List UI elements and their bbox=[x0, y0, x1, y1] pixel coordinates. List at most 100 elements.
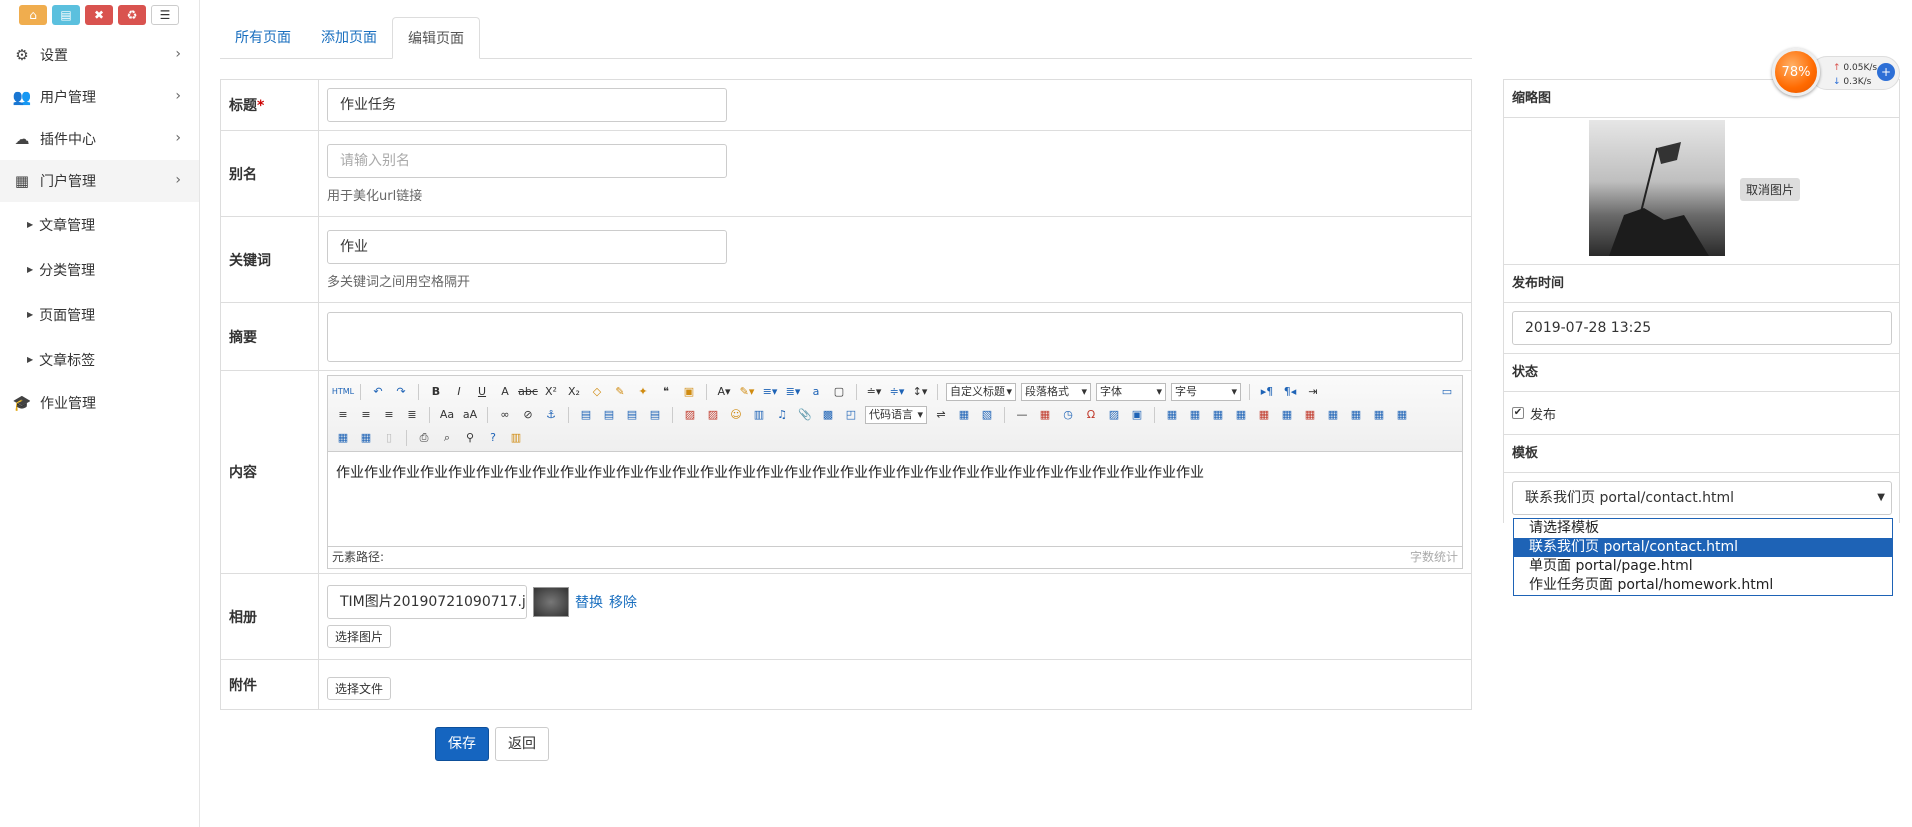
select-all-icon[interactable]: a bbox=[807, 384, 825, 400]
sidebar-subitem-pages[interactable]: ▶ 页面管理 bbox=[0, 292, 199, 337]
insert-frame-icon[interactable]: ◰ bbox=[842, 407, 860, 423]
underline-icon[interactable]: U bbox=[473, 384, 491, 400]
background-color-icon[interactable]: ✎▾ bbox=[738, 384, 756, 400]
unordered-list-icon[interactable]: ≣▾ bbox=[784, 384, 802, 400]
sidebar-item-plugins[interactable]: ☁ 插件中心 › bbox=[0, 118, 199, 160]
cancel-image-button[interactable]: 取消图片 bbox=[1740, 178, 1801, 201]
image-left-icon[interactable]: ▤ bbox=[600, 407, 618, 423]
save-button[interactable]: 保存 bbox=[435, 727, 489, 761]
thumbnail-image[interactable] bbox=[1589, 120, 1725, 256]
sidebar-subitem-tags[interactable]: ▶ 文章标签 bbox=[0, 337, 199, 382]
print-icon[interactable]: ⎙ bbox=[415, 430, 433, 446]
template-option[interactable]: 单页面 portal/page.html bbox=[1514, 557, 1892, 576]
home-icon[interactable]: ⌂ bbox=[19, 5, 47, 25]
keywords-input[interactable]: 作业 bbox=[327, 229, 727, 264]
custom-title-select[interactable]: 自定义标题 ▾ bbox=[946, 382, 1016, 401]
insert-row-icon[interactable]: ▦ bbox=[1232, 407, 1250, 423]
attachment-icon[interactable]: 📎 bbox=[796, 407, 814, 423]
merge-down-icon[interactable]: ▦ bbox=[1370, 407, 1388, 423]
list-icon[interactable]: ☰ bbox=[151, 5, 179, 25]
bold-icon[interactable]: B bbox=[427, 384, 445, 400]
sidebar-item-settings[interactable]: ⚙ 设置 › bbox=[0, 34, 199, 76]
split-rows-icon[interactable]: ▦ bbox=[334, 430, 352, 446]
simple-upload-icon[interactable]: ▨ bbox=[681, 407, 699, 423]
album-filename-input[interactable]: TIM图片20190721090717.j bbox=[327, 585, 527, 619]
split-cells-icon[interactable]: ▦ bbox=[1393, 407, 1411, 423]
help-icon[interactable]: ? bbox=[484, 430, 502, 446]
template-select[interactable]: 联系我们页 portal/contact.html ▼ bbox=[1512, 481, 1892, 515]
special-chars-icon[interactable]: Ω bbox=[1082, 407, 1100, 423]
code-language-select[interactable]: 代码语言 ▾ bbox=[865, 405, 927, 424]
font-color-icon[interactable]: A▾ bbox=[715, 384, 733, 400]
tab-all-pages[interactable]: 所有页面 bbox=[220, 17, 306, 59]
subscript-icon[interactable]: X₂ bbox=[565, 384, 583, 400]
emotion-icon[interactable]: ☺ bbox=[727, 407, 745, 423]
font-family-select[interactable]: 字体 ▾ bbox=[1096, 382, 1166, 401]
rtl-icon[interactable]: ¶◂ bbox=[1281, 384, 1299, 400]
paste-text-icon[interactable]: ▣ bbox=[680, 384, 698, 400]
time-icon[interactable]: ◷ bbox=[1059, 407, 1077, 423]
clear-doc-icon[interactable]: ▢ bbox=[830, 384, 848, 400]
to-lower-icon[interactable]: aA bbox=[461, 407, 479, 423]
back-button[interactable]: 返回 bbox=[495, 727, 549, 761]
horizontal-rule-icon[interactable]: — bbox=[1013, 407, 1031, 423]
ltr-icon[interactable]: ▸¶ bbox=[1258, 384, 1276, 400]
to-upper-icon[interactable]: Aa bbox=[438, 407, 456, 423]
preview-icon[interactable]: ⌕ bbox=[438, 430, 456, 446]
ordered-list-icon[interactable]: ≡▾ bbox=[761, 384, 779, 400]
recycle-icon[interactable]: ♻ bbox=[118, 5, 146, 25]
alias-input[interactable]: 请输入别名 bbox=[327, 143, 727, 178]
tab-add-page[interactable]: 添加页面 bbox=[306, 17, 392, 59]
align-left-icon[interactable]: ≡ bbox=[334, 407, 352, 423]
line-height-icon[interactable]: ↕▾ bbox=[911, 384, 929, 400]
merge-right-icon[interactable]: ▦ bbox=[1347, 407, 1365, 423]
image-none-icon[interactable]: ▤ bbox=[577, 407, 595, 423]
album-remove-link[interactable]: 移除 bbox=[609, 592, 637, 612]
title-input[interactable]: 作业任务 bbox=[327, 88, 727, 122]
template-option[interactable]: 联系我们页 portal/contact.html bbox=[1514, 538, 1892, 557]
sidebar-subitem-categories[interactable]: ▶ 分类管理 bbox=[0, 247, 199, 292]
align-right-icon[interactable]: ≡ bbox=[380, 407, 398, 423]
summary-textarea[interactable] bbox=[327, 311, 1463, 362]
pubtime-input[interactable]: 2019-07-28 13:25 bbox=[1512, 311, 1892, 345]
background-icon[interactable]: ▧ bbox=[978, 407, 996, 423]
delete-col-icon[interactable]: ▦ bbox=[1301, 407, 1319, 423]
choose-image-button[interactable]: 选择图片 bbox=[327, 625, 392, 648]
merge-cells-icon[interactable]: ▦ bbox=[1324, 407, 1342, 423]
image-right-icon[interactable]: ▤ bbox=[623, 407, 641, 423]
trash-icon[interactable]: ✖ bbox=[85, 5, 113, 25]
sidebar-subitem-articles[interactable]: ▶ 文章管理 bbox=[0, 202, 199, 247]
date-icon[interactable]: ▦ bbox=[1036, 407, 1054, 423]
template-icon[interactable]: ▦ bbox=[955, 407, 973, 423]
link-icon[interactable]: ∞ bbox=[496, 407, 514, 423]
album-replace-link[interactable]: 替换 bbox=[575, 592, 603, 612]
format-brush-icon[interactable]: ✎ bbox=[611, 384, 629, 400]
paragraph-select[interactable]: 段落格式 ▾ bbox=[1021, 382, 1091, 401]
align-justify-icon[interactable]: ≣ bbox=[403, 407, 421, 423]
superscript-icon[interactable]: X² bbox=[542, 384, 560, 400]
strikethrough-icon[interactable]: abc bbox=[518, 384, 538, 400]
map-icon[interactable]: ▩ bbox=[819, 407, 837, 423]
anchor-icon[interactable]: ⚓ bbox=[542, 407, 560, 423]
print-preview-icon[interactable]: ▣ bbox=[1128, 407, 1146, 423]
sidebar-item-homework[interactable]: 🎓 作业管理 bbox=[0, 382, 199, 424]
page-break-icon[interactable]: ⇌ bbox=[932, 407, 950, 423]
redo-icon[interactable]: ↷ bbox=[392, 384, 410, 400]
tab-edit-page[interactable]: 编辑页面 bbox=[392, 17, 480, 59]
undo-icon[interactable]: ↶ bbox=[369, 384, 387, 400]
search-replace-icon[interactable]: ⚲ bbox=[461, 430, 479, 446]
font-size-select[interactable]: 字号 ▾ bbox=[1171, 382, 1241, 401]
chart-icon[interactable]: ▯ bbox=[380, 430, 398, 446]
file-icon[interactable]: ▤ bbox=[52, 5, 80, 25]
auto-format-icon[interactable]: ✦ bbox=[634, 384, 652, 400]
fullscreen-icon[interactable]: ▭ bbox=[1438, 384, 1456, 400]
insert-image-icon[interactable]: ▨ bbox=[704, 407, 722, 423]
italic-icon[interactable]: I bbox=[450, 384, 468, 400]
unlink-icon[interactable]: ⊘ bbox=[519, 407, 537, 423]
insert-video-icon[interactable]: ♫ bbox=[773, 407, 791, 423]
delete-table-icon[interactable]: ▦ bbox=[1186, 407, 1204, 423]
editor-content[interactable]: 作业作业作业作业作业作业作业作业作业作业作业作业作业作业作业作业作业作业作业作业… bbox=[328, 452, 1462, 530]
scrawl-icon[interactable]: ▥ bbox=[750, 407, 768, 423]
sidebar-item-portal[interactable]: ▦ 门户管理 › bbox=[0, 160, 199, 202]
drafts-icon[interactable]: ▥ bbox=[507, 430, 525, 446]
